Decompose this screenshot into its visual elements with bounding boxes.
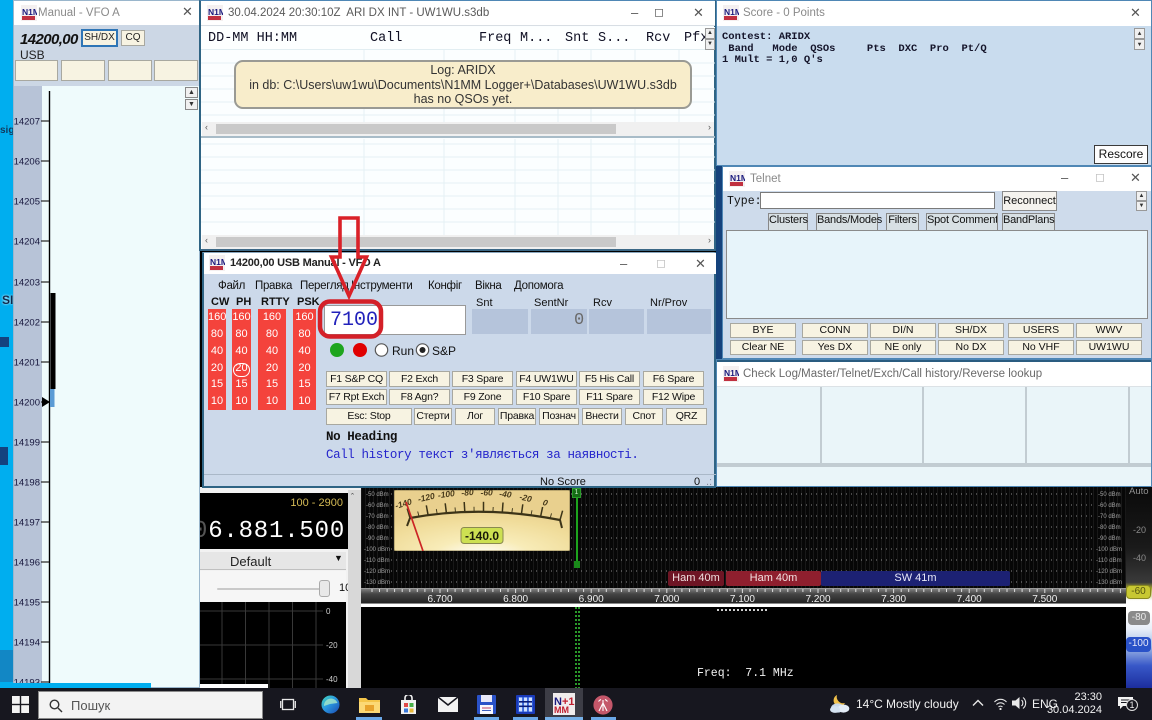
svg-text:-90 dBm: -90 dBm xyxy=(1098,536,1121,542)
svg-text:14203: 14203 xyxy=(14,278,40,289)
svg-text:14201: 14201 xyxy=(14,358,40,369)
svg-text:-20: -20 xyxy=(326,641,338,650)
svg-text:-70 dBm: -70 dBm xyxy=(366,514,389,520)
svg-text:-120 dBm: -120 dBm xyxy=(364,569,390,575)
svg-text:-50 dBm: -50 dBm xyxy=(1098,492,1121,498)
svg-text:-60 dBm: -60 dBm xyxy=(366,503,389,509)
svg-text:14199: 14199 xyxy=(14,438,40,449)
svg-text:-60 dBm: -60 dBm xyxy=(1098,503,1121,509)
svg-text:14204: 14204 xyxy=(14,237,40,248)
svg-text:14205: 14205 xyxy=(14,197,40,208)
svg-text:14202: 14202 xyxy=(14,318,40,329)
svg-text:0: 0 xyxy=(326,607,331,616)
svg-text:N1M: N1M xyxy=(210,257,225,267)
svg-text:N1M: N1M xyxy=(22,7,37,17)
svg-text:-90 dBm: -90 dBm xyxy=(366,536,389,542)
svg-text:N1M: N1M xyxy=(724,368,739,378)
svg-text:-110 dBm: -110 dBm xyxy=(1096,558,1122,564)
svg-text:-100 dBm: -100 dBm xyxy=(1096,547,1122,553)
svg-text:14198: 14198 xyxy=(14,478,40,489)
svg-text:-70 dBm: -70 dBm xyxy=(1098,514,1121,520)
svg-text:N1M: N1M xyxy=(208,7,223,17)
svg-text:-50 dBm: -50 dBm xyxy=(366,492,389,498)
svg-text:14206: 14206 xyxy=(14,157,40,168)
svg-text:MM: MM xyxy=(554,705,569,715)
svg-text:-110 dBm: -110 dBm xyxy=(364,558,390,564)
svg-text:-80 dBm: -80 dBm xyxy=(366,525,389,531)
svg-text:N1M: N1M xyxy=(724,7,739,17)
svg-text:-60: -60 xyxy=(481,490,494,498)
svg-text:14196: 14196 xyxy=(14,558,40,569)
svg-text:-100 dBm: -100 dBm xyxy=(364,547,390,553)
svg-text:-80: -80 xyxy=(461,490,474,498)
svg-text:14194: 14194 xyxy=(14,638,40,649)
svg-text:-40: -40 xyxy=(326,675,338,684)
svg-text:14200: 14200 xyxy=(14,398,40,409)
svg-text:-80 dBm: -80 dBm xyxy=(1098,525,1121,531)
svg-text:-130 dBm: -130 dBm xyxy=(1096,580,1122,586)
svg-text:14197: 14197 xyxy=(14,518,40,529)
svg-text:-40: -40 xyxy=(499,490,513,500)
svg-text:-120 dBm: -120 dBm xyxy=(1096,569,1122,575)
svg-text:-130 dBm: -130 dBm xyxy=(364,580,390,586)
svg-text:14195: 14195 xyxy=(14,598,40,609)
svg-text:-140.0: -140.0 xyxy=(465,529,499,543)
svg-text:14207: 14207 xyxy=(14,117,40,128)
svg-text:N1M: N1M xyxy=(730,173,745,183)
